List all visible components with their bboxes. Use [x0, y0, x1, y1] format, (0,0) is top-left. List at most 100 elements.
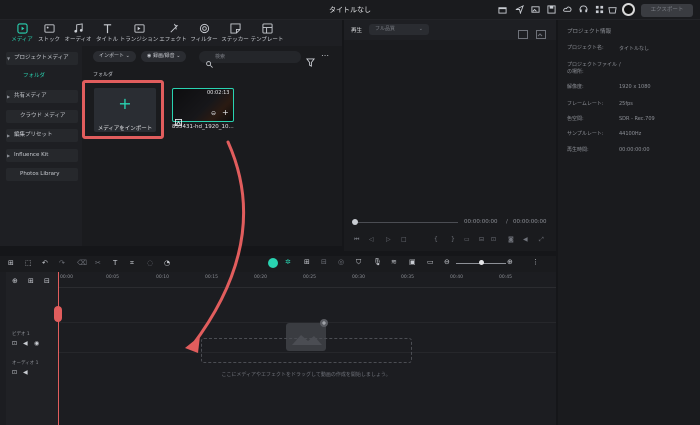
track-mute-icon[interactable]: ◀: [23, 340, 28, 347]
import-dropdown-label: インポート: [99, 53, 125, 59]
redo-icon[interactable]: ↷: [59, 259, 65, 267]
prop-label: 再生時間:: [567, 147, 589, 153]
zoom-handle[interactable]: [479, 260, 484, 265]
track-lock-icon[interactable]: ⊡: [12, 369, 17, 376]
quality-label: フル品質: [375, 26, 396, 32]
image-icon[interactable]: ▣: [409, 258, 416, 266]
record-dropdown[interactable]: ◉ 録画/録音 ⌄: [141, 51, 187, 62]
eye-icon[interactable]: ◉: [34, 340, 39, 347]
quality-dropdown[interactable]: フル品質 ⌄: [369, 24, 429, 35]
display-icon[interactable]: [536, 24, 546, 43]
step-back-icon[interactable]: ◁: [369, 236, 374, 243]
sidebar-item-folder[interactable]: フォルダ: [6, 70, 78, 83]
audio-icon: [72, 22, 84, 34]
tool-template[interactable]: テンプレート: [250, 22, 284, 46]
undo-icon[interactable]: ↶: [42, 259, 48, 267]
export-button[interactable]: エクスポート: [641, 4, 693, 17]
tool-effect[interactable]: エフェクト: [156, 22, 190, 46]
snapshot-icon[interactable]: [518, 24, 528, 43]
gift-icon[interactable]: [497, 4, 508, 15]
tool-filter[interactable]: フィルター: [187, 22, 221, 46]
stop-icon[interactable]: □: [401, 236, 407, 243]
zoom-in-icon[interactable]: ⊕: [507, 258, 513, 266]
render-icon[interactable]: ◎: [338, 258, 344, 266]
timeline-settings-icon[interactable]: ⋮: [532, 258, 539, 266]
fit-icon[interactable]: ⊡: [491, 236, 496, 243]
volume-icon[interactable]: ◀: [523, 236, 528, 243]
playhead-handle[interactable]: [54, 306, 62, 322]
select-tool-icon[interactable]: ⬚: [25, 259, 32, 267]
add-track-icon[interactable]: ⊕: [12, 277, 18, 285]
sidebar-item-project-media[interactable]: ▼ プロジェクトメディア: [6, 52, 78, 65]
filter-sort-icon[interactable]: [306, 52, 315, 71]
tool-label: メディア: [11, 37, 33, 43]
search-input[interactable]: 検索: [199, 51, 301, 63]
import-dropdown[interactable]: インポート ⌄: [93, 51, 136, 62]
mic-icon[interactable]: 🎙︎: [373, 258, 382, 266]
prop-label: 解像度:: [567, 84, 584, 90]
image-icon[interactable]: [530, 4, 541, 15]
link-icon[interactable]: ⊞: [28, 277, 34, 285]
avatar[interactable]: [622, 3, 635, 16]
shield-icon[interactable]: ⛉: [356, 258, 361, 267]
color-icon[interactable]: ◌: [147, 259, 153, 267]
split-icon[interactable]: ⊟: [321, 258, 327, 266]
tool-label: オーディオ: [64, 37, 92, 43]
track-view-icon[interactable]: ⊟: [44, 277, 50, 285]
sidebar-item-influence-kit[interactable]: ▶ Influence Kit: [6, 149, 78, 162]
prev-frame-icon[interactable]: ⏮: [354, 236, 359, 244]
layout-icon[interactable]: ⊞: [8, 259, 14, 267]
search-placeholder: 検索: [215, 54, 226, 60]
zoom-out-icon[interactable]: ⊖: [444, 258, 450, 266]
sidebar-item-cloud-media[interactable]: クラウド メディア: [6, 110, 78, 123]
tool-label: エフェクト: [159, 37, 187, 43]
save-icon[interactable]: [546, 4, 557, 15]
audio-mix-icon[interactable]: ≋: [391, 258, 397, 266]
fullscreen-icon[interactable]: ⤢: [539, 236, 544, 244]
volume-icon[interactable]: ◀: [23, 369, 28, 376]
prop-value: 44100Hz: [619, 131, 642, 137]
camera-icon[interactable]: ◙: [508, 236, 514, 243]
playback-handle[interactable]: [352, 219, 358, 225]
playhead[interactable]: [58, 272, 59, 425]
speed-icon[interactable]: ◔: [164, 259, 170, 267]
cut-icon[interactable]: ✂: [95, 259, 101, 267]
display-mode-icon[interactable]: ▭: [464, 236, 470, 243]
prop-value: 00:00:00:00: [619, 147, 650, 153]
media-icon: [16, 22, 28, 34]
marker-icon[interactable]: ⊞: [304, 258, 310, 266]
crop-icon[interactable]: ⌗: [130, 259, 134, 268]
track-lock-icon[interactable]: ⊡: [12, 340, 17, 347]
sidebar-item-shared-media[interactable]: ▶ 共有メディア: [6, 90, 78, 103]
properties-panel: [558, 20, 700, 425]
more-icon[interactable]: ⋯: [321, 51, 329, 60]
ruler-tick-label: 00:00: [60, 275, 73, 280]
grid-icon[interactable]: [594, 4, 605, 15]
clip-replace-icon[interactable]: ⊖: [211, 110, 216, 117]
tool-label: トランジション: [119, 37, 159, 43]
pip-icon[interactable]: ▭: [427, 258, 434, 266]
cloud-icon[interactable]: [562, 4, 573, 15]
add-to-timeline-icon[interactable]: +: [222, 108, 229, 117]
delete-icon[interactable]: ⌫: [77, 259, 87, 267]
tab-playback[interactable]: 再生: [351, 26, 362, 34]
play-icon[interactable]: ▷: [386, 236, 391, 243]
mark-in-icon[interactable]: {: [434, 236, 438, 243]
shop-icon[interactable]: [607, 4, 618, 15]
current-time: 00:00:00:00: [464, 219, 498, 225]
mark-out-icon[interactable]: }: [451, 236, 455, 243]
sidebar-item-photos-library[interactable]: Photos Library: [6, 168, 78, 181]
prop-label: フレームレート:: [567, 101, 604, 107]
playback-progress[interactable]: [355, 222, 458, 223]
text-tool-icon[interactable]: T: [113, 259, 117, 267]
audio-track-label: オーディオ 1: [12, 361, 39, 366]
tool-label: タイトル: [95, 37, 118, 43]
monitor-icon[interactable]: ⊟: [479, 236, 484, 243]
sidebar-item-edit-presets[interactable]: ▶ 編集プリセット: [6, 129, 78, 142]
magnet-icon[interactable]: ✲: [285, 258, 291, 266]
send-icon[interactable]: [514, 4, 525, 15]
headset-icon[interactable]: [578, 4, 589, 15]
tool-transition[interactable]: トランジション: [119, 22, 159, 46]
properties-title: プロジェクト情報: [567, 29, 612, 35]
tool-sticker[interactable]: ステッカー: [218, 22, 252, 46]
